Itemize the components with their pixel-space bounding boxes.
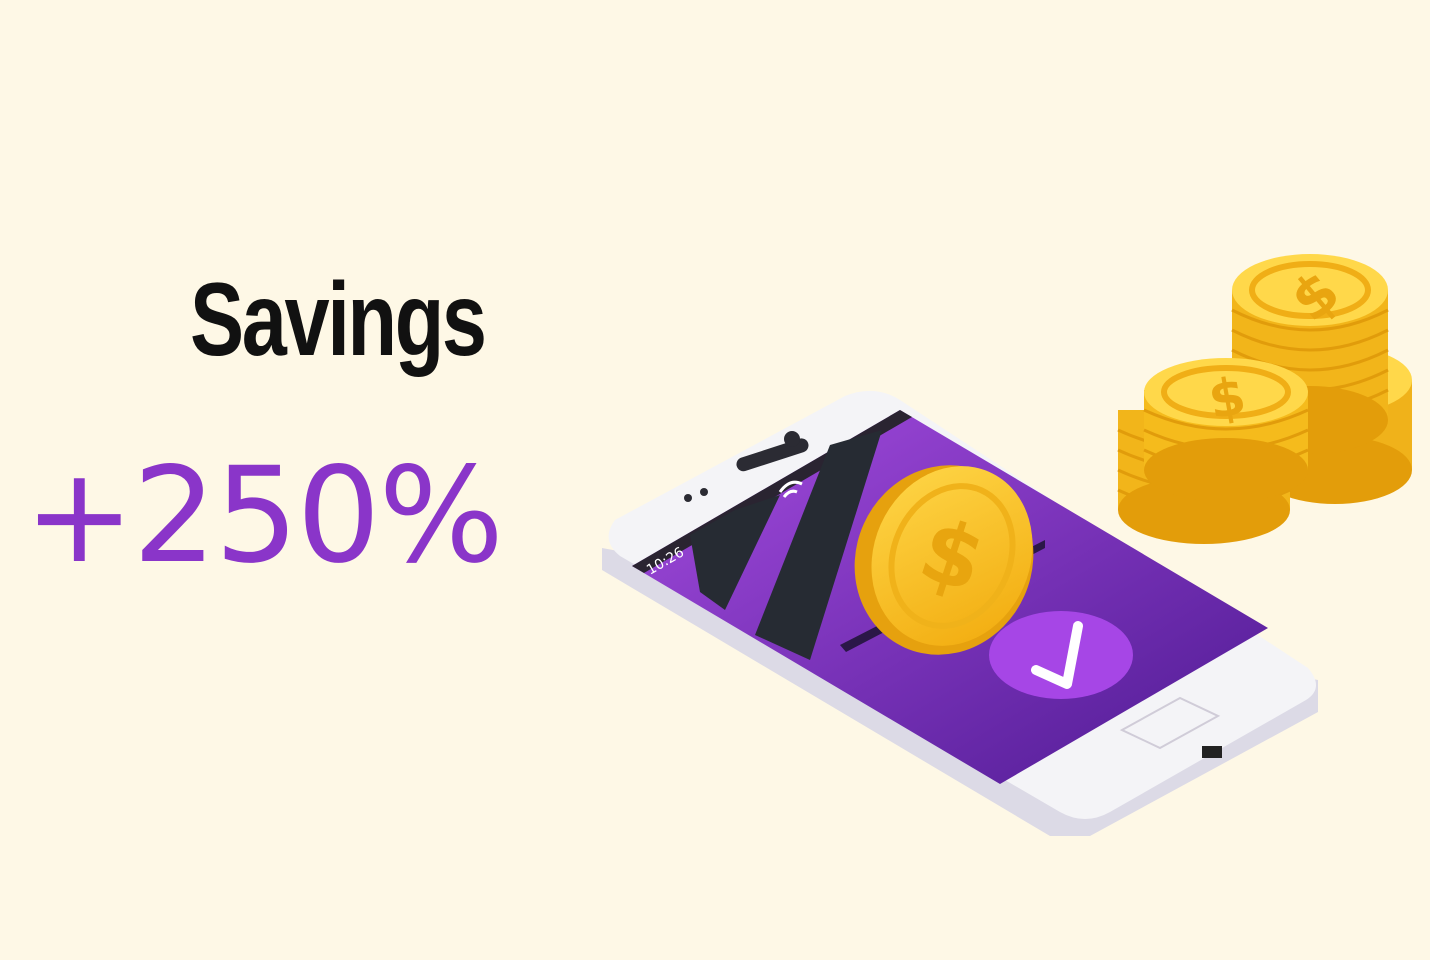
checkmark-icon	[989, 611, 1133, 699]
phone-coins-illustration: 10:26 $ $ $	[602, 254, 1412, 836]
savings-title: Savings	[190, 262, 487, 378]
savings-percentage: +250%	[24, 439, 504, 593]
savings-card: Savings +250% 10:26 $ $ $	[0, 0, 1430, 960]
coin-stack-icon: $ $	[1117, 254, 1412, 544]
